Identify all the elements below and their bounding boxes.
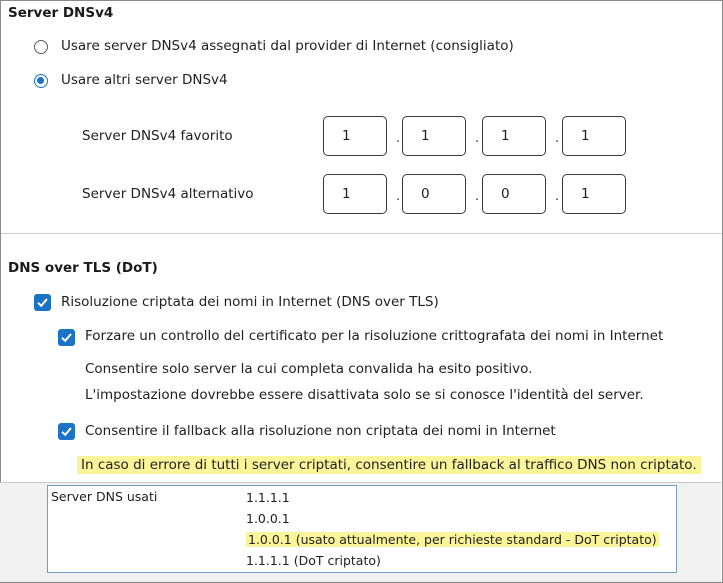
dns-used-value-3: 1.0.0.1 (usato attualmente, per richiest… bbox=[246, 532, 659, 547]
dns-used-label: Server DNS usati bbox=[51, 489, 158, 504]
alternate-dns-octet-1[interactable]: 1 bbox=[323, 174, 387, 214]
dns-used-panel: Server DNS usati 1.1.1.1 1.0.0.1 1.0.0.1… bbox=[47, 485, 677, 573]
fallback-checkbox[interactable] bbox=[58, 423, 75, 440]
preferred-dns-octet-4[interactable]: 1 bbox=[562, 116, 626, 156]
checkmark-icon bbox=[61, 427, 72, 437]
radio-dns-auto-label[interactable]: Usare server DNSv4 assegnati dal provide… bbox=[61, 38, 514, 54]
section-title-dot: DNS over TLS (DoT) bbox=[8, 260, 158, 276]
radio-dns-manual[interactable] bbox=[34, 74, 48, 88]
cert-help-line-2: L'impostazione dovrebbe essere disattiva… bbox=[85, 387, 644, 403]
fallback-label[interactable]: Consentire il fallback alla risoluzione … bbox=[85, 423, 556, 439]
alternate-dns-label: Server DNSv4 alternativo bbox=[82, 186, 254, 202]
ip-dot: . bbox=[475, 189, 480, 204]
ip-dot: . bbox=[396, 131, 401, 146]
radio-dns-manual-label[interactable]: Usare altri server DNSv4 bbox=[61, 72, 228, 88]
radio-dns-auto[interactable] bbox=[34, 40, 48, 54]
alternate-dns-octet-4[interactable]: 1 bbox=[562, 174, 626, 214]
section-title-dnsv4: Server DNSv4 bbox=[8, 5, 114, 21]
dns-used-value-1: 1.1.1.1 bbox=[246, 490, 290, 505]
dns-used-value-4: 1.1.1.1 (DoT criptato) bbox=[246, 553, 381, 568]
preferred-dns-octet-1[interactable]: 1 bbox=[323, 116, 387, 156]
ip-dot: . bbox=[555, 189, 560, 204]
checkmark-icon bbox=[37, 298, 48, 308]
preferred-dns-octet-2[interactable]: 1 bbox=[402, 116, 466, 156]
dns-used-value-3-text: 1.0.0.1 (usato attualmente, per richiest… bbox=[246, 532, 659, 547]
cert-check-label[interactable]: Forzare un controllo del certificato per… bbox=[85, 328, 663, 344]
alternate-dns-octet-2[interactable]: 0 bbox=[402, 174, 466, 214]
checkmark-icon bbox=[61, 333, 72, 343]
ip-dot: . bbox=[475, 131, 480, 146]
preferred-dns-label: Server DNSv4 favorito bbox=[82, 128, 233, 144]
dns-used-value-2: 1.0.0.1 bbox=[246, 511, 290, 526]
cert-check-checkbox[interactable] bbox=[58, 329, 75, 346]
preferred-dns-octet-3[interactable]: 1 bbox=[482, 116, 546, 156]
section-divider bbox=[1, 233, 722, 234]
alternate-dns-octet-3[interactable]: 0 bbox=[482, 174, 546, 214]
encrypt-dns-label[interactable]: Risoluzione criptata dei nomi in Interne… bbox=[61, 294, 439, 310]
ip-dot: . bbox=[396, 189, 401, 204]
ip-dot: . bbox=[555, 131, 560, 146]
cert-help-line-1: Consentire solo server la cui completa c… bbox=[85, 361, 533, 377]
fallback-help-highlighted: In caso di errore di tutti i server crip… bbox=[77, 456, 701, 474]
encrypt-dns-checkbox[interactable] bbox=[34, 294, 51, 311]
